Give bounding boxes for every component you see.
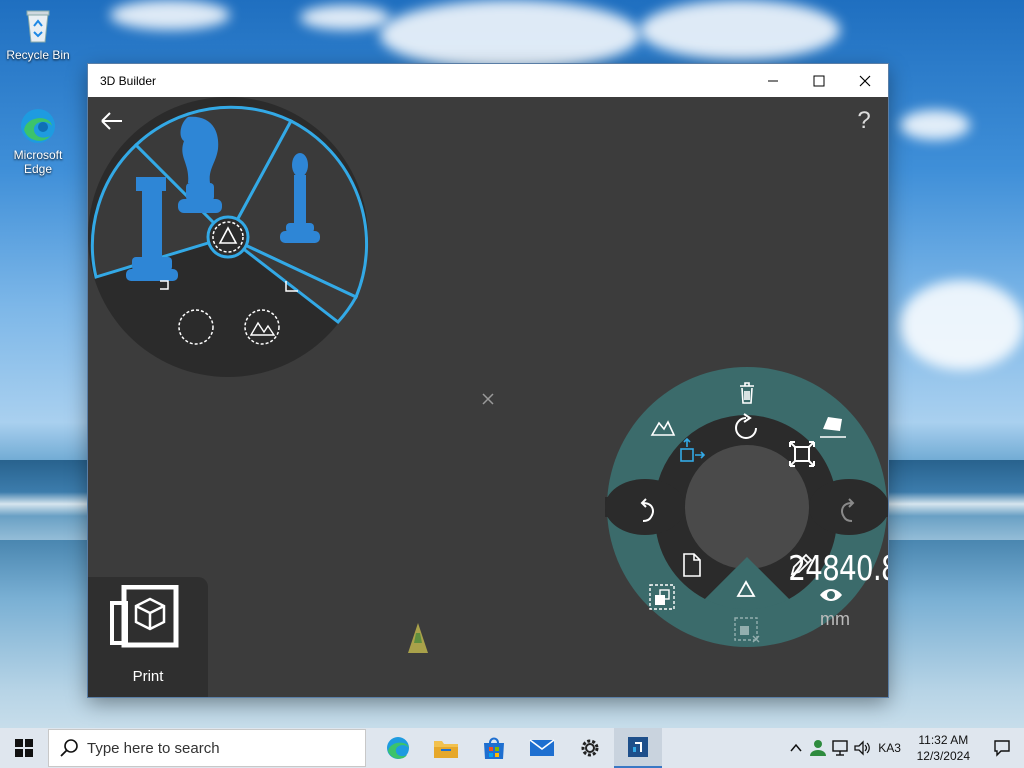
people-tray-button[interactable]	[807, 728, 829, 768]
taskbar-store[interactable]	[470, 728, 518, 768]
print-3d-icon	[110, 585, 179, 648]
folder-icon	[434, 741, 458, 758]
recycle-bin-label: Recycle Bin	[6, 48, 70, 62]
document-icon	[683, 553, 701, 577]
3d-builder-icon	[628, 737, 648, 757]
maximize-button[interactable]	[796, 64, 842, 97]
redo-button[interactable]	[836, 497, 860, 525]
ungroup-icon	[734, 617, 760, 643]
app-window: 3D Builder ? 24840. mm Print	[88, 64, 888, 697]
taskbar-edge[interactable]	[374, 728, 422, 768]
clock-date: 12/3/2024	[916, 749, 970, 763]
recycle-bin-desktop-icon[interactable]: Recycle Bin	[2, 6, 74, 62]
eye-icon	[820, 589, 842, 601]
recycle-bin-icon	[18, 6, 58, 46]
edge-label: Microsoft Edge	[13, 148, 63, 176]
material-button[interactable]	[818, 411, 848, 439]
taskbar-mail[interactable]	[518, 728, 566, 768]
mail-icon	[529, 739, 555, 756]
gear-icon	[581, 739, 599, 757]
chevron-up-icon	[790, 743, 802, 752]
close-icon	[859, 75, 871, 86]
taskbar-settings[interactable]	[566, 728, 614, 768]
clock-time: 11:32 AM	[918, 733, 969, 747]
window-title: 3D Builder	[100, 73, 157, 88]
terrain-button[interactable]	[650, 415, 676, 437]
paint-swatch-icon	[820, 417, 846, 438]
taskbar-3d-builder[interactable]	[614, 728, 662, 768]
search-icon	[60, 739, 78, 757]
edge-icon	[18, 106, 58, 146]
move-button[interactable]	[677, 437, 707, 467]
scene-model-small[interactable]	[406, 621, 430, 657]
input-language-indicator[interactable]: KA3	[873, 728, 907, 768]
store-icon	[484, 737, 504, 759]
edge-desktop-icon[interactable]: Microsoft Edge	[2, 106, 74, 176]
delete-button[interactable]	[737, 381, 757, 405]
show-hidden-icons-button[interactable]	[785, 728, 807, 768]
pencil-icon	[790, 553, 813, 576]
minimize-button[interactable]	[750, 64, 796, 97]
people-icon	[809, 740, 826, 756]
move-icon	[680, 437, 706, 462]
minimize-icon	[768, 80, 778, 81]
network-tray-button[interactable]	[829, 728, 851, 768]
volume-tray-button[interactable]	[851, 728, 873, 768]
group-button[interactable]	[648, 583, 676, 611]
network-icon	[831, 740, 848, 756]
trash-icon	[740, 382, 754, 404]
rotate-button[interactable]	[731, 413, 761, 443]
action-center-button[interactable]	[980, 728, 1024, 768]
group-icon	[649, 584, 675, 610]
edit-button[interactable]	[788, 552, 814, 578]
print-button[interactable]: Print	[88, 577, 208, 697]
redo-icon	[841, 498, 855, 522]
system-tray: KA3 11:32 AM 12/3/2024	[785, 728, 1024, 768]
taskbar-file-explorer[interactable]	[422, 728, 470, 768]
print-label: Print	[132, 668, 164, 685]
triangle-icon	[736, 580, 756, 597]
ungroup-button[interactable]	[733, 616, 761, 644]
start-button[interactable]	[0, 728, 48, 768]
center-shape-button[interactable]	[206, 215, 250, 259]
mountains-icon	[650, 420, 676, 436]
scene-origin-marker	[482, 393, 494, 405]
taskbar: Type here to search KA3 11:32 AM 12/3/20…	[0, 728, 1024, 768]
new-object-button[interactable]	[681, 552, 703, 578]
edge-icon	[387, 737, 409, 759]
visibility-button[interactable]	[818, 585, 844, 605]
scene-canvas[interactable]: ? 24840. mm Print	[88, 97, 888, 697]
rotate-icon	[735, 413, 757, 439]
speaker-icon	[853, 740, 870, 756]
maximize-icon	[813, 75, 825, 86]
windows-logo-icon	[15, 739, 33, 757]
undo-button[interactable]	[635, 497, 659, 525]
scale-icon	[789, 441, 815, 467]
notification-icon	[994, 740, 1010, 757]
help-button[interactable]: ?	[854, 107, 874, 135]
search-placeholder: Type here to search	[87, 739, 220, 757]
measurement-unit[interactable]: mm	[808, 609, 862, 630]
scale-button[interactable]	[788, 440, 816, 468]
object-radial-menu	[88, 97, 369, 377]
shape-button[interactable]	[735, 579, 757, 599]
taskbar-search-box[interactable]: Type here to search	[48, 729, 366, 767]
clock[interactable]: 11:32 AM 12/3/2024	[907, 732, 980, 764]
title-bar: 3D Builder	[88, 64, 888, 97]
undo-icon	[640, 498, 654, 522]
close-button[interactable]	[842, 64, 888, 97]
